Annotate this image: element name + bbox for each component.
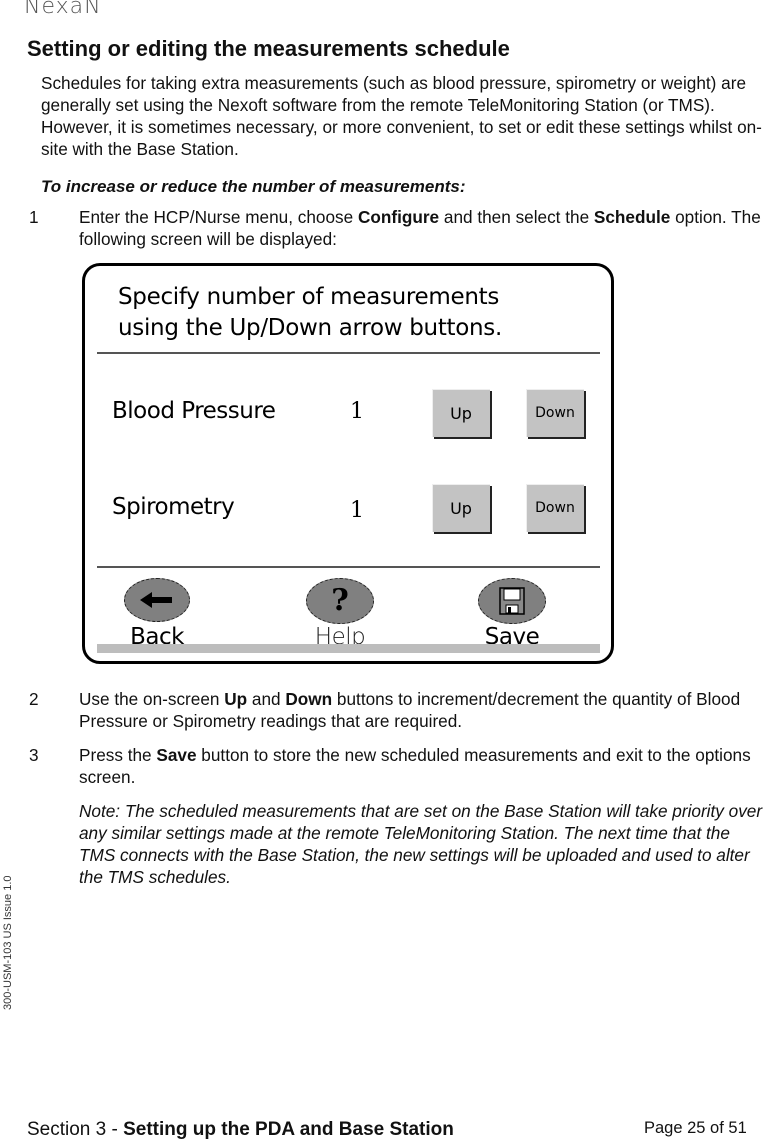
nexan-logo: NexaN: [24, 0, 102, 19]
back-button[interactable]: Back: [117, 578, 197, 650]
step-number: 2: [29, 689, 39, 709]
document-id: 300-USM-103 US Issue 1.0: [2, 875, 14, 1010]
note-text: Note: The scheduled measurements that ar…: [79, 801, 763, 887]
spirometry-count: 1: [350, 498, 364, 523]
page-number: Page 25 of 51: [644, 1119, 747, 1137]
question-mark-icon: ?: [306, 578, 374, 624]
step-number: 3: [29, 745, 39, 765]
floppy-disk-icon: [478, 578, 546, 624]
divider: [97, 566, 600, 568]
spirometry-down-button[interactable]: Down: [526, 484, 584, 532]
screen-bottom-bar: [97, 644, 600, 653]
divider: [97, 352, 600, 354]
spirometry-label: Spirometry: [112, 494, 235, 520]
step-text: Use the on-screen Up and Down buttons to…: [79, 689, 741, 731]
screen-title: Specify number of measurements using the…: [118, 284, 503, 341]
step-text: Enter the HCP/Nurse menu, choose Configu…: [79, 207, 761, 249]
help-button[interactable]: ? Help: [300, 578, 380, 650]
step-text: Press the Save button to store the new s…: [79, 745, 751, 787]
blood-pressure-up-button[interactable]: Up: [432, 389, 490, 437]
blood-pressure-label: Blood Pressure: [112, 398, 276, 424]
device-screen: Specify number of measurements using the…: [82, 263, 614, 664]
back-arrow-icon: [124, 578, 190, 622]
page-title: Setting or editing the measurements sche…: [27, 36, 510, 61]
blood-pressure-count: 1: [350, 399, 364, 424]
intro-paragraph: Schedules for taking extra measurements …: [41, 73, 762, 159]
spirometry-up-button[interactable]: Up: [432, 484, 490, 532]
footer-section: Section 3 - Setting up the PDA and Base …: [27, 1119, 454, 1140]
step-number: 1: [29, 207, 39, 227]
subheading: To increase or reduce the number of meas…: [41, 177, 466, 196]
blood-pressure-down-button[interactable]: Down: [526, 389, 584, 437]
save-button[interactable]: Save: [472, 578, 552, 650]
